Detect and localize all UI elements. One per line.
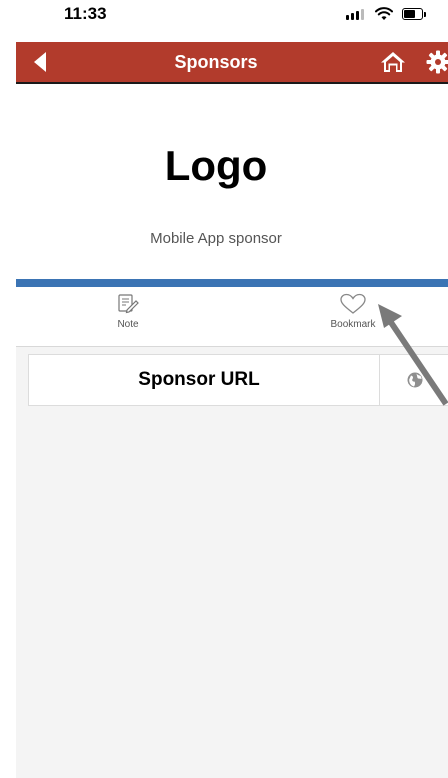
sponsor-logo: Logo <box>164 142 268 189</box>
note-button[interactable]: Note <box>83 293 173 343</box>
wifi-icon <box>375 7 393 20</box>
status-icons <box>340 6 430 24</box>
note-icon <box>118 294 139 314</box>
blue-divider <box>16 279 448 287</box>
annotation-arrow <box>378 304 448 406</box>
sponsor-subtitle: Mobile App sponsor <box>150 230 282 247</box>
note-label: Note <box>117 319 139 330</box>
app-frame: Sponsors Logo Mobile App sponsor Note Bo… <box>16 42 448 778</box>
gear-icon <box>426 50 448 74</box>
heart-icon <box>340 293 366 314</box>
home-icon <box>381 52 405 72</box>
nav-bar: Sponsors <box>16 42 448 84</box>
status-time: 11:33 <box>64 4 107 23</box>
status-bar: 11:33 <box>0 0 448 30</box>
sponsor-hero: Logo Mobile App sponsor <box>16 84 448 279</box>
page-title: Sponsors <box>174 52 258 72</box>
battery-icon <box>402 8 423 20</box>
sponsor-url-label: Sponsor URL <box>138 369 260 390</box>
settings-button[interactable] <box>426 50 448 74</box>
home-button[interactable] <box>380 51 406 73</box>
